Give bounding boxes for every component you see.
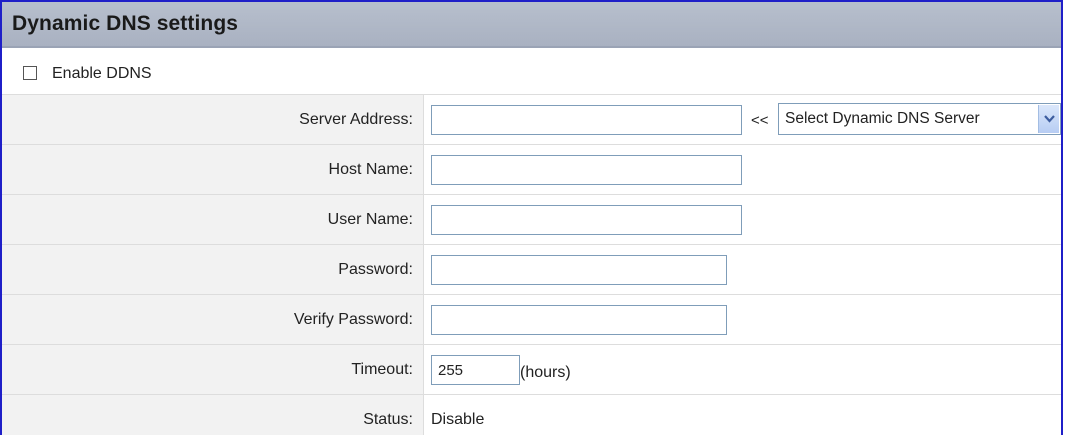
timeout-unit: (hours) xyxy=(520,364,571,381)
value-cell: << Select Dynamic DNS Server xyxy=(424,95,1061,144)
host-name-label: Host Name: xyxy=(328,161,413,178)
value-cell: (hours) xyxy=(424,345,1061,394)
ddns-server-select[interactable]: Select Dynamic DNS Server xyxy=(778,103,1061,135)
label-cell: Server Address: xyxy=(2,95,424,144)
value-cell xyxy=(424,245,1061,294)
verify-password-input[interactable] xyxy=(431,305,727,335)
server-address-label: Server Address: xyxy=(299,111,413,128)
label-cell: Timeout: xyxy=(2,345,424,394)
value-cell xyxy=(424,145,1061,194)
ddns-server-select-value: Select Dynamic DNS Server xyxy=(785,110,980,127)
user-name-input[interactable] xyxy=(431,205,742,235)
select-dropdown-button[interactable] xyxy=(1038,105,1059,133)
timeout-input[interactable] xyxy=(431,355,520,385)
server-address-input[interactable] xyxy=(431,105,742,135)
timeout-label: Timeout: xyxy=(351,361,413,378)
enable-ddns-row: Enable DDNS xyxy=(2,50,1061,95)
host-name-row: Host Name: xyxy=(2,145,1061,195)
host-name-input[interactable] xyxy=(431,155,742,185)
verify-password-label: Verify Password: xyxy=(293,311,413,328)
panel-header: Dynamic DNS settings xyxy=(2,2,1061,48)
timeout-row: Timeout: (hours) xyxy=(2,345,1061,395)
label-cell: Password: xyxy=(2,245,424,294)
page-title: Dynamic DNS settings xyxy=(12,12,239,35)
enable-ddns-label[interactable]: Enable DDNS xyxy=(52,65,152,83)
label-cell: Status: xyxy=(2,395,424,435)
password-input[interactable] xyxy=(431,255,727,285)
label-cell: Verify Password: xyxy=(2,295,424,344)
label-cell: Host Name: xyxy=(2,145,424,194)
value-cell xyxy=(424,295,1061,344)
value-cell: Disable xyxy=(424,395,1061,435)
verify-password-row: Verify Password: xyxy=(2,295,1061,345)
select-arrow-separator: << xyxy=(751,112,769,129)
user-name-label: User Name: xyxy=(327,211,413,228)
enable-ddns-checkbox[interactable] xyxy=(23,66,37,80)
ddns-settings-panel: Dynamic DNS settings Enable DDNS Server … xyxy=(0,0,1063,435)
status-row: Status: Disable xyxy=(2,395,1061,435)
password-row: Password: xyxy=(2,245,1061,295)
label-cell: User Name: xyxy=(2,195,424,244)
status-value: Disable xyxy=(431,411,485,428)
user-name-row: User Name: xyxy=(2,195,1061,245)
value-cell xyxy=(424,195,1061,244)
server-address-row: Server Address: << Select Dynamic DNS Se… xyxy=(2,95,1061,145)
chevron-down-icon xyxy=(1044,115,1055,123)
status-label: Status: xyxy=(363,411,413,428)
password-label: Password: xyxy=(338,261,413,278)
